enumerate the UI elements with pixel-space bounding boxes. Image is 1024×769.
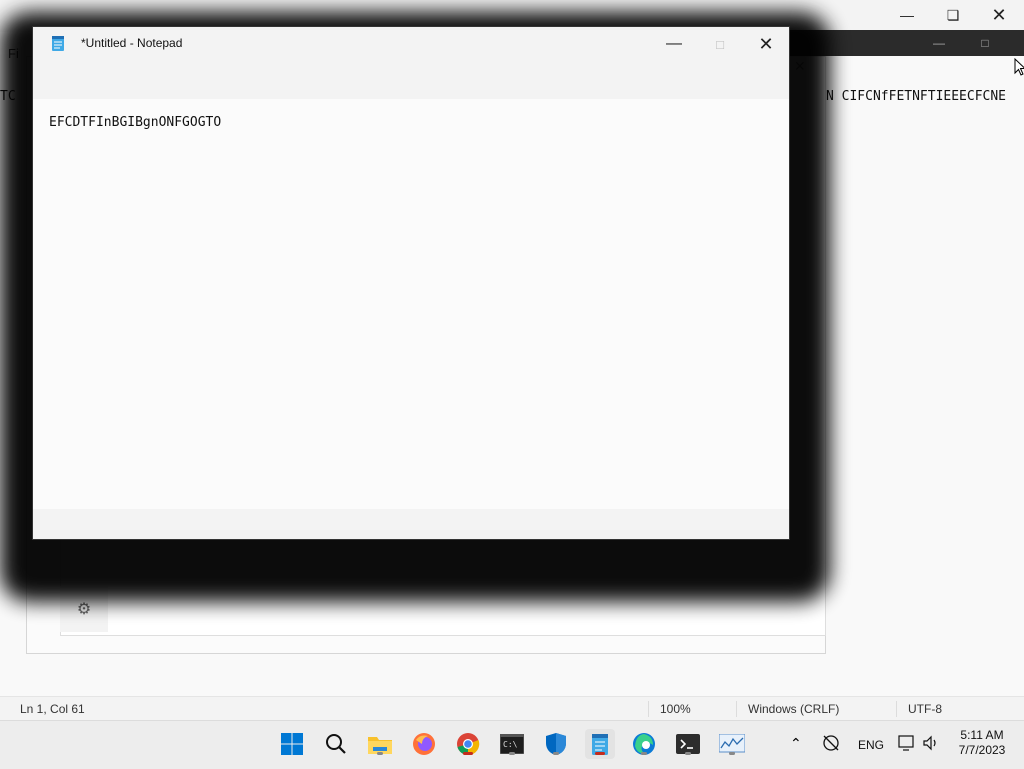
firefox-icon: [413, 733, 435, 755]
running-indicator: [685, 752, 691, 755]
running-indicator: [377, 752, 383, 755]
running-indicator: [595, 752, 605, 755]
status-zoom: 100%: [660, 702, 691, 716]
search-button[interactable]: [321, 729, 351, 759]
maximize-button[interactable]: □: [697, 27, 743, 61]
file-explorer-button[interactable]: [365, 729, 395, 759]
close-icon: ✕: [758, 33, 774, 54]
terminal-icon: [676, 734, 700, 754]
network-status-button[interactable]: [822, 734, 840, 757]
status-divider: [896, 701, 897, 717]
background-restore-button[interactable]: ❏: [930, 0, 976, 30]
command-prompt-button[interactable]: C:\: [497, 729, 527, 759]
display-icon: [898, 735, 914, 751]
minimize-button[interactable]: —: [651, 27, 697, 61]
text-editor-area[interactable]: [33, 99, 789, 509]
edge-button[interactable]: [629, 729, 659, 759]
language-indicator[interactable]: ENG: [858, 738, 884, 752]
status-line-ending: Windows (CRLF): [748, 702, 840, 716]
running-indicator: [553, 752, 559, 755]
status-divider: [736, 701, 737, 717]
chrome-button[interactable]: [453, 729, 483, 759]
maximize-icon: □: [716, 36, 724, 52]
background-minimize-button[interactable]: —: [884, 0, 930, 30]
middle-minimize-button[interactable]: —: [916, 30, 962, 56]
no-network-icon: [823, 735, 839, 751]
notepad-menubar: [33, 61, 789, 99]
mouse-cursor-icon: [1014, 58, 1024, 76]
close-button[interactable]: ✕: [743, 27, 789, 61]
monitor-icon: [719, 734, 745, 753]
status-divider: [648, 701, 649, 717]
status-position: Ln 1, Col 61: [20, 702, 85, 716]
firefox-button[interactable]: [409, 729, 439, 759]
show-hidden-icons-button[interactable]: ⌃: [790, 735, 802, 752]
chevron-up-icon: ⌃: [790, 735, 802, 751]
taskbar: C:\ ⌃ ENG: [0, 720, 1024, 769]
editor-content[interactable]: EFCDTFInBGIBgnONFGOGTO: [49, 115, 221, 130]
middle-maximize-button[interactable]: □: [962, 30, 1008, 56]
notepad-window: *Untitled - Notepad — □ ✕ EFCDTFInBGIBgn…: [32, 26, 790, 540]
display-button[interactable]: [898, 734, 916, 757]
search-icon: [326, 734, 346, 754]
window-title: *Untitled - Notepad: [81, 36, 183, 50]
windows-security-button[interactable]: [541, 729, 571, 759]
background-statusbar: Ln 1, Col 61 100% Windows (CRLF) UTF-8: [0, 696, 1024, 721]
running-indicator: [509, 752, 515, 755]
cmd-icon: C:\: [500, 734, 524, 754]
svg-text:C:\: C:\: [503, 740, 518, 749]
clock-time: 5:11 AM: [960, 728, 1004, 742]
running-indicator: [641, 752, 647, 755]
volume-button[interactable]: [922, 734, 940, 757]
notepad-icon: [52, 36, 64, 51]
minimize-icon: —: [666, 35, 682, 52]
gear-icon: ⚙: [76, 601, 92, 618]
volume-icon: [923, 735, 936, 751]
running-indicator: [729, 752, 735, 755]
status-encoding: UTF-8: [908, 702, 942, 716]
resource-monitor-button[interactable]: [717, 729, 747, 759]
windows-logo-icon: [281, 733, 303, 755]
notepad-statusbar: [33, 509, 789, 539]
running-indicator: [463, 752, 473, 755]
clock-date: 7/7/2023: [958, 743, 1006, 757]
taskbar-clock[interactable]: 5:11 AM 7/7/2023: [946, 728, 1018, 758]
start-button[interactable]: [277, 729, 307, 759]
terminal-button[interactable]: [673, 729, 703, 759]
background-text-fragment-right[interactable]: N CIFCNfFETNFTIEEECFCNE: [826, 89, 1006, 104]
notepad-taskbar-button[interactable]: [585, 729, 615, 759]
notepad-titlebar[interactable]: *Untitled - Notepad — □ ✕: [33, 27, 789, 61]
background-close-button[interactable]: ✕: [976, 0, 1022, 30]
